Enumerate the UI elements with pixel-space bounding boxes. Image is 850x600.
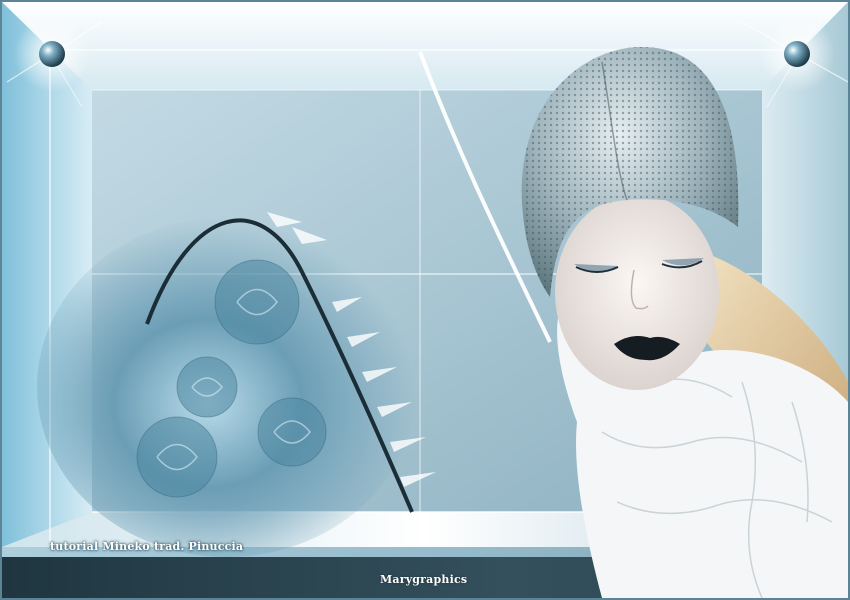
artwork-canvas	[2, 2, 848, 598]
artwork-frame: tutorial Mineko trad. Pinuccia Marygraph…	[0, 0, 850, 600]
tutorial-credit: tutorial Mineko trad. Pinuccia	[50, 540, 244, 553]
signature-text: Marygraphics	[380, 573, 468, 586]
